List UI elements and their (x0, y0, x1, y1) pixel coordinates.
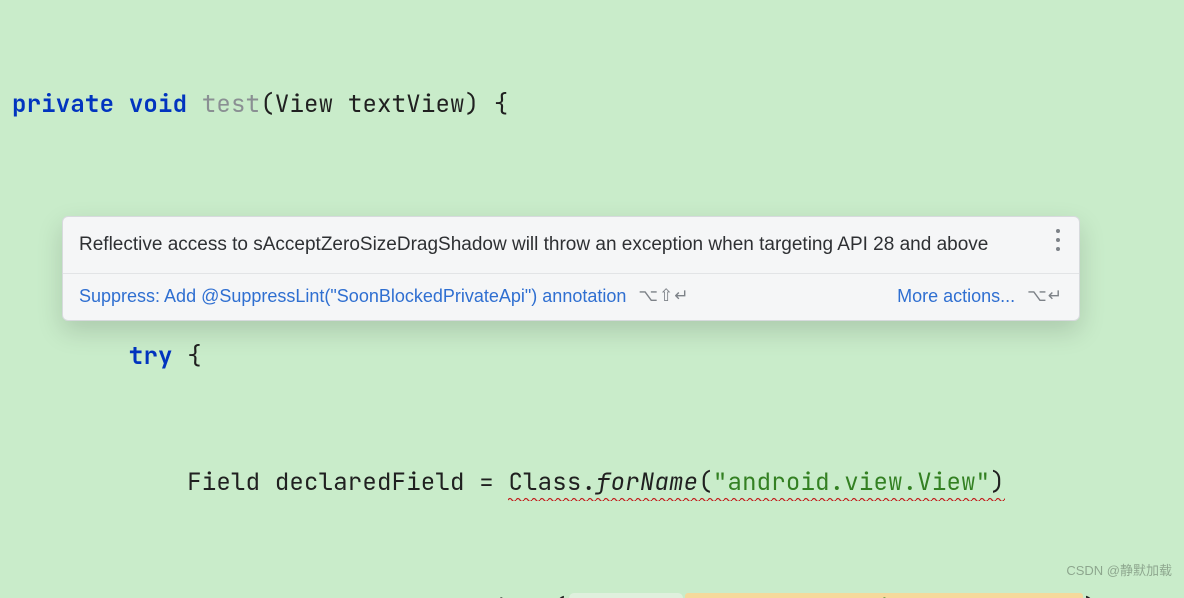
watermark: CSDN @静默加载 (1066, 550, 1172, 592)
more-options-icon[interactable] (1049, 229, 1067, 251)
keyword-try: try (129, 341, 173, 372)
more-actions[interactable]: More actions... (897, 282, 1015, 310)
keyword-private: private (12, 89, 114, 120)
suppress-shortcut: ⌥⇧↵ (638, 282, 689, 310)
code-line: .getDeclaredField( name: "sAcceptZeroSiz… (12, 588, 1172, 598)
tooltip-message: Reflective access to sAcceptZeroSizeDrag… (63, 217, 1079, 273)
string-literal: "android.view.View" (713, 467, 990, 498)
keyword-void: void (129, 89, 187, 120)
param-type: View (275, 89, 333, 120)
method-name: test (202, 89, 260, 120)
method-getdeclaredfield: getDeclaredField (319, 593, 553, 598)
code-line: Field declaredField = Class.forName("and… (12, 462, 1172, 504)
code-line: private void test(View textView) { (12, 84, 1172, 126)
type-field: Field (187, 467, 260, 498)
string-literal-highlight: "sAcceptZeroSizeDragShadow" (685, 593, 1083, 598)
lint-tooltip: Reflective access to sAcceptZeroSizeDrag… (62, 216, 1080, 321)
tooltip-actions: Suppress: Add @SuppressLint("SoonBlocked… (63, 273, 1079, 320)
more-shortcut: ⌥↵ (1027, 282, 1063, 310)
param-name: textView (348, 89, 465, 120)
code-line: try { (12, 336, 1172, 378)
param-hint: name: (569, 593, 683, 598)
suppress-action[interactable]: Suppress: Add @SuppressLint("SoonBlocked… (79, 282, 626, 310)
var-decl: declaredField (275, 467, 465, 498)
method-forname: forName (596, 467, 698, 498)
